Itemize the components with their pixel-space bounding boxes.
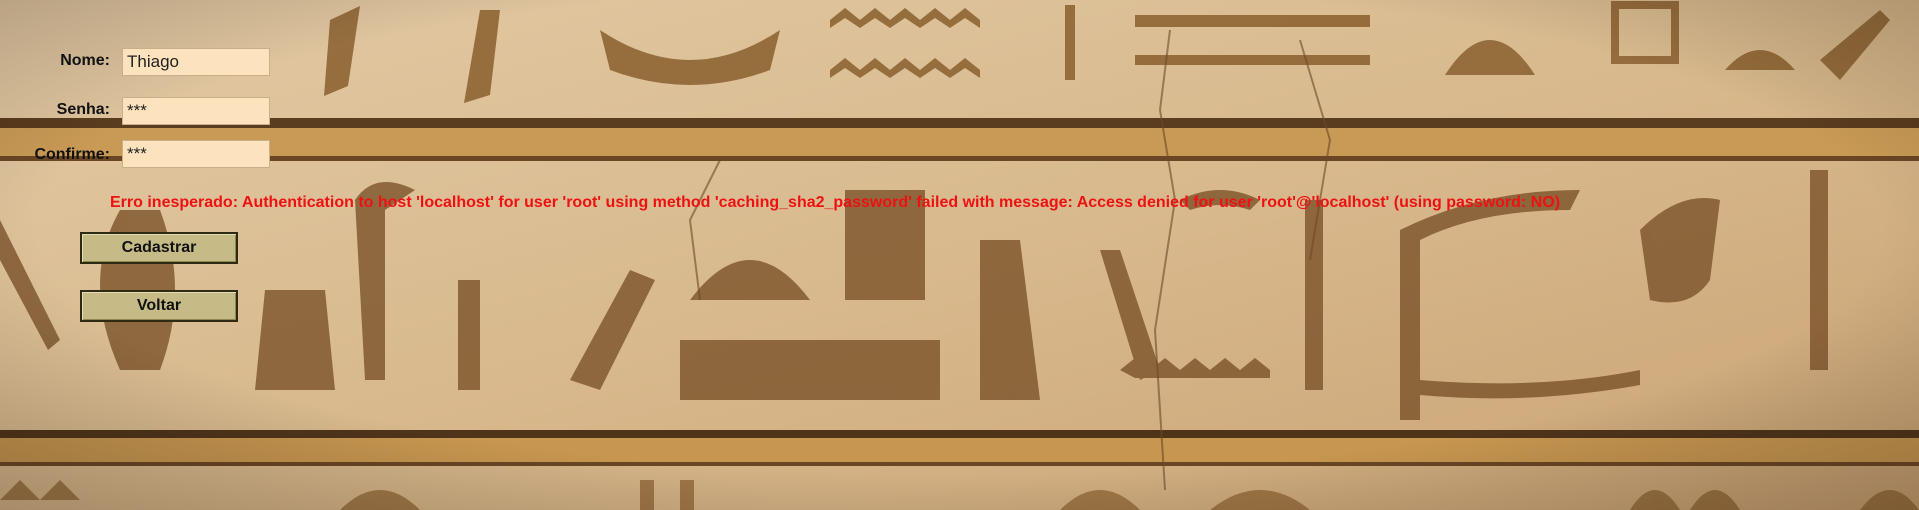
nome-label: Nome: [60, 52, 110, 69]
senha-field[interactable] [122, 97, 270, 125]
nome-field[interactable] [122, 48, 270, 76]
senha-label: Senha: [56, 101, 110, 118]
hieroglyph-background-image [0, 0, 1919, 510]
confirme-label: Confirme: [34, 146, 110, 163]
error-message: Erro inesperado: Authentication to host … [110, 194, 1561, 211]
voltar-button[interactable]: Voltar [80, 290, 238, 322]
confirme-field[interactable] [122, 140, 270, 168]
cadastrar-button[interactable]: Cadastrar [80, 232, 238, 264]
